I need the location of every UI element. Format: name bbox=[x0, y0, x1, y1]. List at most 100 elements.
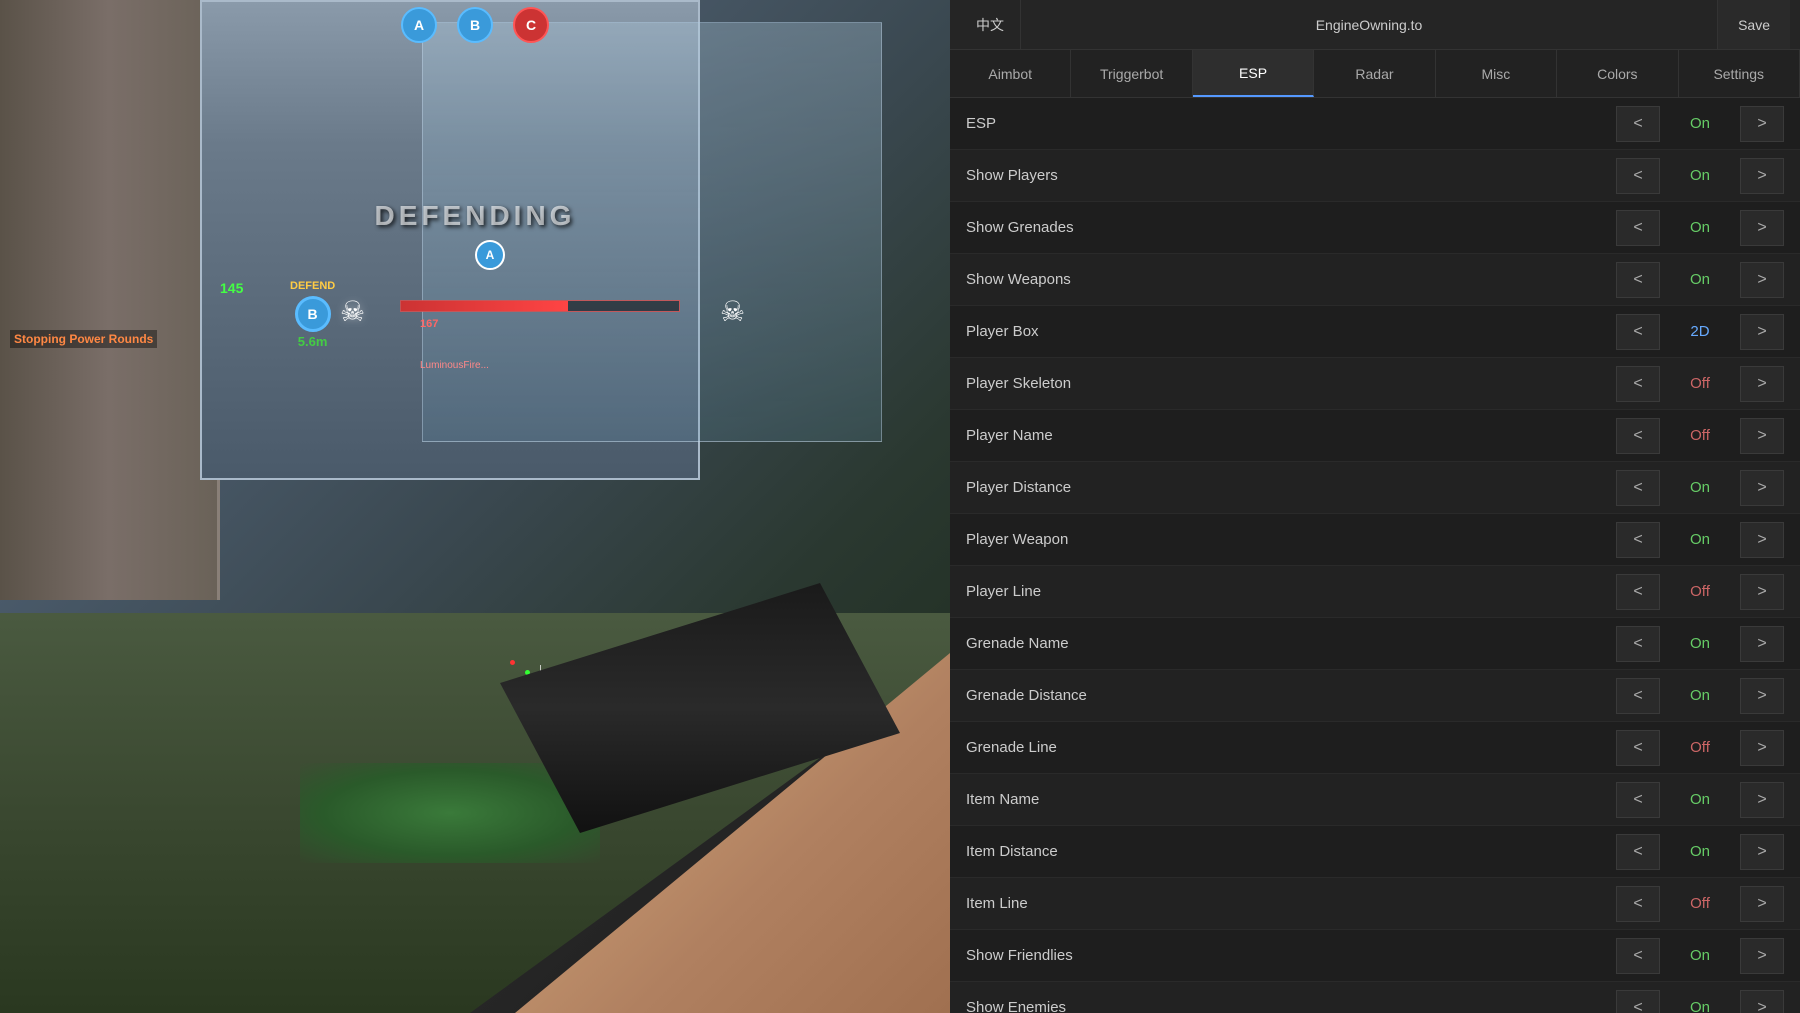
setting-controls: <Off> bbox=[1616, 730, 1784, 766]
tab-settings[interactable]: Settings bbox=[1679, 50, 1800, 97]
setting-value: On bbox=[1660, 687, 1740, 704]
tab-triggerbot[interactable]: Triggerbot bbox=[1071, 50, 1192, 97]
setting-row-show-weapons: Show Weapons<On> bbox=[950, 254, 1800, 306]
decrease-button[interactable]: < bbox=[1616, 522, 1660, 558]
setting-controls: <On> bbox=[1616, 158, 1784, 194]
setting-row-show-grenades: Show Grenades<On> bbox=[950, 202, 1800, 254]
decrease-button[interactable]: < bbox=[1616, 626, 1660, 662]
decrease-button[interactable]: < bbox=[1616, 678, 1660, 714]
friendly-distance: 5.6m bbox=[298, 334, 328, 349]
increase-button[interactable]: > bbox=[1740, 730, 1784, 766]
enemy-hp-bar bbox=[400, 300, 680, 312]
setting-row-item-name: Item Name<On> bbox=[950, 774, 1800, 826]
site-label: EngineOwning.to bbox=[1021, 17, 1717, 33]
setting-value: Off bbox=[1660, 375, 1740, 392]
increase-button[interactable]: > bbox=[1740, 418, 1784, 454]
setting-value: Off bbox=[1660, 895, 1740, 912]
decrease-button[interactable]: < bbox=[1616, 782, 1660, 818]
hud-top: A B C bbox=[0, 0, 950, 50]
defending-text: DEFENDING bbox=[375, 200, 576, 232]
decrease-button[interactable]: < bbox=[1616, 262, 1660, 298]
setting-label: Player Weapon bbox=[966, 531, 1616, 548]
tab-radar[interactable]: Radar bbox=[1314, 50, 1435, 97]
setting-row-player-line: Player Line<Off> bbox=[950, 566, 1800, 618]
friendly-indicator: DEFEND B 5.6m bbox=[290, 280, 335, 349]
decrease-button[interactable]: < bbox=[1616, 730, 1660, 766]
decrease-button[interactable]: < bbox=[1616, 574, 1660, 610]
game-viewport: A B C DEFENDING A ☠ ☠ DEFEND B 5.6m 145 … bbox=[0, 0, 950, 1013]
increase-button[interactable]: > bbox=[1740, 678, 1784, 714]
tab-esp[interactable]: ESP bbox=[1193, 50, 1314, 97]
increase-button[interactable]: > bbox=[1740, 782, 1784, 818]
setting-row-esp: ESP<On> bbox=[950, 98, 1800, 150]
map-objective-a: A bbox=[475, 240, 505, 270]
setting-value: On bbox=[1660, 479, 1740, 496]
settings-panel: 中文 EngineOwning.to Save Aimbot Triggerbo… bbox=[950, 0, 1800, 1013]
setting-label: Grenade Name bbox=[966, 635, 1616, 652]
setting-row-player-name: Player Name<Off> bbox=[950, 410, 1800, 462]
increase-button[interactable]: > bbox=[1740, 470, 1784, 506]
setting-row-grenade-name: Grenade Name<On> bbox=[950, 618, 1800, 670]
decrease-button[interactable]: < bbox=[1616, 886, 1660, 922]
setting-controls: <On> bbox=[1616, 990, 1784, 1013]
setting-controls: <On> bbox=[1616, 522, 1784, 558]
increase-button[interactable]: > bbox=[1740, 522, 1784, 558]
defend-label: DEFEND bbox=[290, 280, 335, 292]
setting-label: Grenade Distance bbox=[966, 687, 1616, 704]
objective-c: C bbox=[513, 7, 549, 43]
setting-controls: <Off> bbox=[1616, 886, 1784, 922]
increase-button[interactable]: > bbox=[1740, 886, 1784, 922]
decrease-button[interactable]: < bbox=[1616, 210, 1660, 246]
setting-row-player-skeleton: Player Skeleton<Off> bbox=[950, 358, 1800, 410]
tab-colors[interactable]: Colors bbox=[1557, 50, 1678, 97]
skull-icon-1: ☠ bbox=[340, 295, 365, 328]
increase-button[interactable]: > bbox=[1740, 574, 1784, 610]
increase-button[interactable]: > bbox=[1740, 314, 1784, 350]
setting-controls: <On> bbox=[1616, 210, 1784, 246]
decrease-button[interactable]: < bbox=[1616, 314, 1660, 350]
setting-label: Show Players bbox=[966, 167, 1616, 184]
decrease-button[interactable]: < bbox=[1616, 470, 1660, 506]
save-button[interactable]: Save bbox=[1717, 0, 1790, 49]
decrease-button[interactable]: < bbox=[1616, 106, 1660, 142]
tab-misc[interactable]: Misc bbox=[1436, 50, 1557, 97]
increase-button[interactable]: > bbox=[1740, 366, 1784, 402]
setting-controls: <Off> bbox=[1616, 574, 1784, 610]
setting-value: On bbox=[1660, 167, 1740, 184]
language-button[interactable]: 中文 bbox=[960, 0, 1021, 49]
decrease-button[interactable]: < bbox=[1616, 158, 1660, 194]
setting-controls: <Off> bbox=[1616, 366, 1784, 402]
setting-value: On bbox=[1660, 219, 1740, 236]
setting-label: Item Line bbox=[966, 895, 1616, 912]
setting-value: On bbox=[1660, 271, 1740, 288]
increase-button[interactable]: > bbox=[1740, 158, 1784, 194]
setting-controls: <On> bbox=[1616, 678, 1784, 714]
increase-button[interactable]: > bbox=[1740, 834, 1784, 870]
increase-button[interactable]: > bbox=[1740, 938, 1784, 974]
setting-label: Player Line bbox=[966, 583, 1616, 600]
setting-row-show-friendlies: Show Friendlies<On> bbox=[950, 930, 1800, 982]
decrease-button[interactable]: < bbox=[1616, 418, 1660, 454]
increase-button[interactable]: > bbox=[1740, 990, 1784, 1013]
decrease-button[interactable]: < bbox=[1616, 938, 1660, 974]
setting-value: On bbox=[1660, 531, 1740, 548]
decrease-button[interactable]: < bbox=[1616, 990, 1660, 1013]
setting-row-player-box: Player Box<2D> bbox=[950, 306, 1800, 358]
setting-label: Player Box bbox=[966, 323, 1616, 340]
decrease-button[interactable]: < bbox=[1616, 366, 1660, 402]
increase-button[interactable]: > bbox=[1740, 210, 1784, 246]
setting-value: Off bbox=[1660, 739, 1740, 756]
increase-button[interactable]: > bbox=[1740, 262, 1784, 298]
settings-list: ESP<On>Show Players<On>Show Grenades<On>… bbox=[950, 98, 1800, 1013]
increase-button[interactable]: > bbox=[1740, 626, 1784, 662]
setting-label: ESP bbox=[966, 115, 1616, 132]
setting-label: Show Grenades bbox=[966, 219, 1616, 236]
decrease-button[interactable]: < bbox=[1616, 834, 1660, 870]
increase-button[interactable]: > bbox=[1740, 106, 1784, 142]
tab-aimbot[interactable]: Aimbot bbox=[950, 50, 1071, 97]
setting-label: Grenade Line bbox=[966, 739, 1616, 756]
setting-value: On bbox=[1660, 947, 1740, 964]
setting-row-item-distance: Item Distance<On> bbox=[950, 826, 1800, 878]
setting-controls: <On> bbox=[1616, 938, 1784, 974]
setting-controls: <On> bbox=[1616, 834, 1784, 870]
